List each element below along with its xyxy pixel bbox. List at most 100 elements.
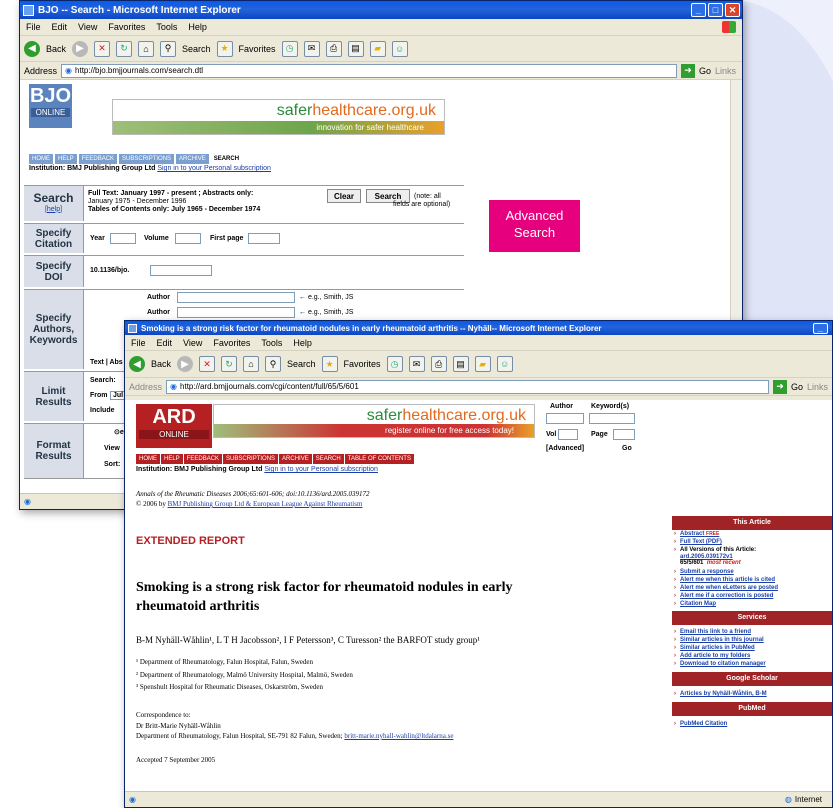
bjo-logo[interactable]: BJO ONLINE xyxy=(29,84,72,128)
sidebar-item-abstract[interactable]: Abstract FREE xyxy=(672,530,832,538)
menu-edit[interactable]: Edit xyxy=(52,22,68,32)
go-button[interactable]: Go xyxy=(699,66,711,76)
help-link[interactable]: [help] xyxy=(45,204,62,215)
author-input-2[interactable] xyxy=(177,307,295,318)
edit-icon[interactable]: ▤ xyxy=(452,356,469,372)
sign-in-link[interactable]: Sign in to your Personal subscription xyxy=(264,466,378,473)
ard-title-bar[interactable]: Smoking is a strong risk factor for rheu… xyxy=(125,321,832,335)
address-input[interactable]: ◉ http://bjo.bmjjournals.com/search.dtl xyxy=(61,63,677,78)
sidebar-item-similar-pubmed[interactable]: Similar articles in PubMed xyxy=(672,644,832,652)
saferhealthcare-banner[interactable]: saferhealthcare.org.uk register online f… xyxy=(213,404,535,438)
menu-help[interactable]: Help xyxy=(293,338,312,348)
bjo-title-bar[interactable]: BJO -- Search - Microsoft Internet Explo… xyxy=(20,1,742,19)
sidebar-item-full-text-pdf[interactable]: Full Text (PDF) xyxy=(672,538,832,546)
print-icon[interactable]: ⎙ xyxy=(325,40,342,57)
menu-favorites[interactable]: Favorites xyxy=(108,22,145,32)
nav-search[interactable]: SEARCH xyxy=(210,154,243,164)
search-button[interactable]: Search xyxy=(287,359,316,369)
refresh-icon[interactable]: ↻ xyxy=(116,40,133,57)
publisher-link[interactable]: BMJ Publishing Group Ltd & European Leag… xyxy=(168,500,363,508)
search-button[interactable]: Search xyxy=(182,44,211,54)
stop-icon[interactable]: ✕ xyxy=(94,40,111,57)
nav-home[interactable]: HOME xyxy=(136,454,160,464)
edit-icon[interactable]: ▤ xyxy=(347,40,364,57)
nav-feedback[interactable]: FEEDBACK xyxy=(78,154,118,164)
home-icon[interactable]: ⌂ xyxy=(243,356,260,372)
close-button[interactable]: ✕ xyxy=(725,3,740,17)
menu-tools[interactable]: Tools xyxy=(156,22,177,32)
saferhealthcare-banner[interactable]: saferhealthcare.org.uk innovation for sa… xyxy=(112,99,445,135)
sidebar-item-submit-response[interactable]: Submit a response xyxy=(672,568,832,576)
back-button[interactable]: Back xyxy=(46,44,66,54)
nav-help[interactable]: HELP xyxy=(55,154,77,164)
minimize-button[interactable]: _ xyxy=(691,3,706,17)
mail-icon[interactable]: ✉ xyxy=(408,356,425,372)
favorites-star-icon[interactable]: ★ xyxy=(321,356,338,372)
sidebar-item-download-citation[interactable]: Download to citation manager xyxy=(672,660,832,668)
sidebar-item-alert-correction[interactable]: Alert me if a correction is posted xyxy=(672,592,832,600)
nav-feedback[interactable]: FEEDBACK xyxy=(183,454,223,464)
quick-search-advanced-link[interactable]: [Advanced] xyxy=(546,445,584,452)
print-icon[interactable]: ⎙ xyxy=(430,356,447,372)
go-arrow-icon[interactable]: ➜ xyxy=(680,63,695,78)
messenger-icon[interactable]: ☺ xyxy=(391,40,408,57)
back-arrow-icon[interactable]: ◀ xyxy=(129,356,145,372)
author-input-1[interactable] xyxy=(177,292,295,303)
nav-subscriptions[interactable]: SUBSCRIPTIONS xyxy=(223,454,279,464)
nav-archive[interactable]: ARCHIVE xyxy=(176,154,209,164)
sign-in-link[interactable]: Sign in to your Personal subscription xyxy=(157,165,271,172)
forward-arrow-icon[interactable]: ▶ xyxy=(177,356,194,372)
address-input[interactable]: ◉ http://ard.bmjjournals.com/cgi/content/… xyxy=(166,379,769,394)
nav-table-of-contents[interactable]: TABLE OF CONTENTS xyxy=(344,454,414,464)
nav-archive[interactable]: ARCHIVE xyxy=(279,454,312,464)
refresh-icon[interactable]: ↻ xyxy=(221,356,238,372)
messenger-icon[interactable]: ☺ xyxy=(496,356,513,372)
sidebar-item-similar-journal[interactable]: Similar articles in this journal xyxy=(672,636,832,644)
clear-button[interactable]: Clear xyxy=(327,189,361,203)
first-page-input[interactable] xyxy=(248,233,280,244)
minimize-button[interactable]: _ xyxy=(813,322,828,334)
menu-tools[interactable]: Tools xyxy=(261,338,282,348)
ard-logo[interactable]: ARD ONLINE xyxy=(136,404,212,448)
go-button[interactable]: Go xyxy=(791,382,803,392)
sidebar-item-pubmed-citation[interactable]: PubMed Citation xyxy=(672,720,832,728)
forward-arrow-icon[interactable]: ▶ xyxy=(72,40,89,57)
go-arrow-icon[interactable]: ➜ xyxy=(772,379,787,394)
nav-search[interactable]: SEARCH xyxy=(312,454,344,464)
folder-icon[interactable]: ▰ xyxy=(369,40,386,57)
sidebar-item-citation-map[interactable]: Citation Map xyxy=(672,600,832,608)
doi-input[interactable] xyxy=(150,265,212,276)
menu-help[interactable]: Help xyxy=(188,22,207,32)
mail-icon[interactable]: ✉ xyxy=(303,40,320,57)
maximize-button[interactable]: □ xyxy=(708,3,723,17)
sidebar-item-add-folders[interactable]: Add article to my folders xyxy=(672,652,832,660)
menu-file[interactable]: File xyxy=(131,338,146,348)
menu-file[interactable]: File xyxy=(26,22,41,32)
menu-view[interactable]: View xyxy=(183,338,202,348)
correspondence-email-link[interactable]: britt-marie.nyhall-wahlin@ltdalarna.se xyxy=(344,732,453,740)
volume-input[interactable] xyxy=(175,233,201,244)
search-icon[interactable]: ⚲ xyxy=(160,40,177,57)
quick-search-vol-input[interactable] xyxy=(558,429,578,440)
menu-edit[interactable]: Edit xyxy=(157,338,173,348)
quick-search-keywords-input[interactable] xyxy=(589,413,635,424)
menu-favorites[interactable]: Favorites xyxy=(213,338,250,348)
search-icon[interactable]: ⚲ xyxy=(265,356,282,372)
history-icon[interactable]: ◷ xyxy=(386,356,403,372)
quick-search-go-button[interactable]: Go xyxy=(622,445,632,452)
sidebar-item-alert-eletters[interactable]: Alert me when eLetters are posted xyxy=(672,584,832,592)
sidebar-item-email-friend[interactable]: Email this link to a friend xyxy=(672,628,832,636)
year-input[interactable] xyxy=(110,233,136,244)
history-icon[interactable]: ◷ xyxy=(281,40,298,57)
nav-home[interactable]: HOME xyxy=(29,154,53,164)
back-button[interactable]: Back xyxy=(151,359,171,369)
quick-search-author-input[interactable] xyxy=(546,413,584,424)
home-icon[interactable]: ⌂ xyxy=(138,40,155,57)
quick-search-page-input[interactable] xyxy=(613,429,635,440)
links-label[interactable]: Links xyxy=(807,382,828,392)
nav-help[interactable]: HELP xyxy=(161,454,183,464)
stop-icon[interactable]: ✕ xyxy=(199,356,216,372)
favorites-button[interactable]: Favorites xyxy=(239,44,276,54)
links-label[interactable]: Links xyxy=(715,66,736,76)
folder-icon[interactable]: ▰ xyxy=(474,356,491,372)
